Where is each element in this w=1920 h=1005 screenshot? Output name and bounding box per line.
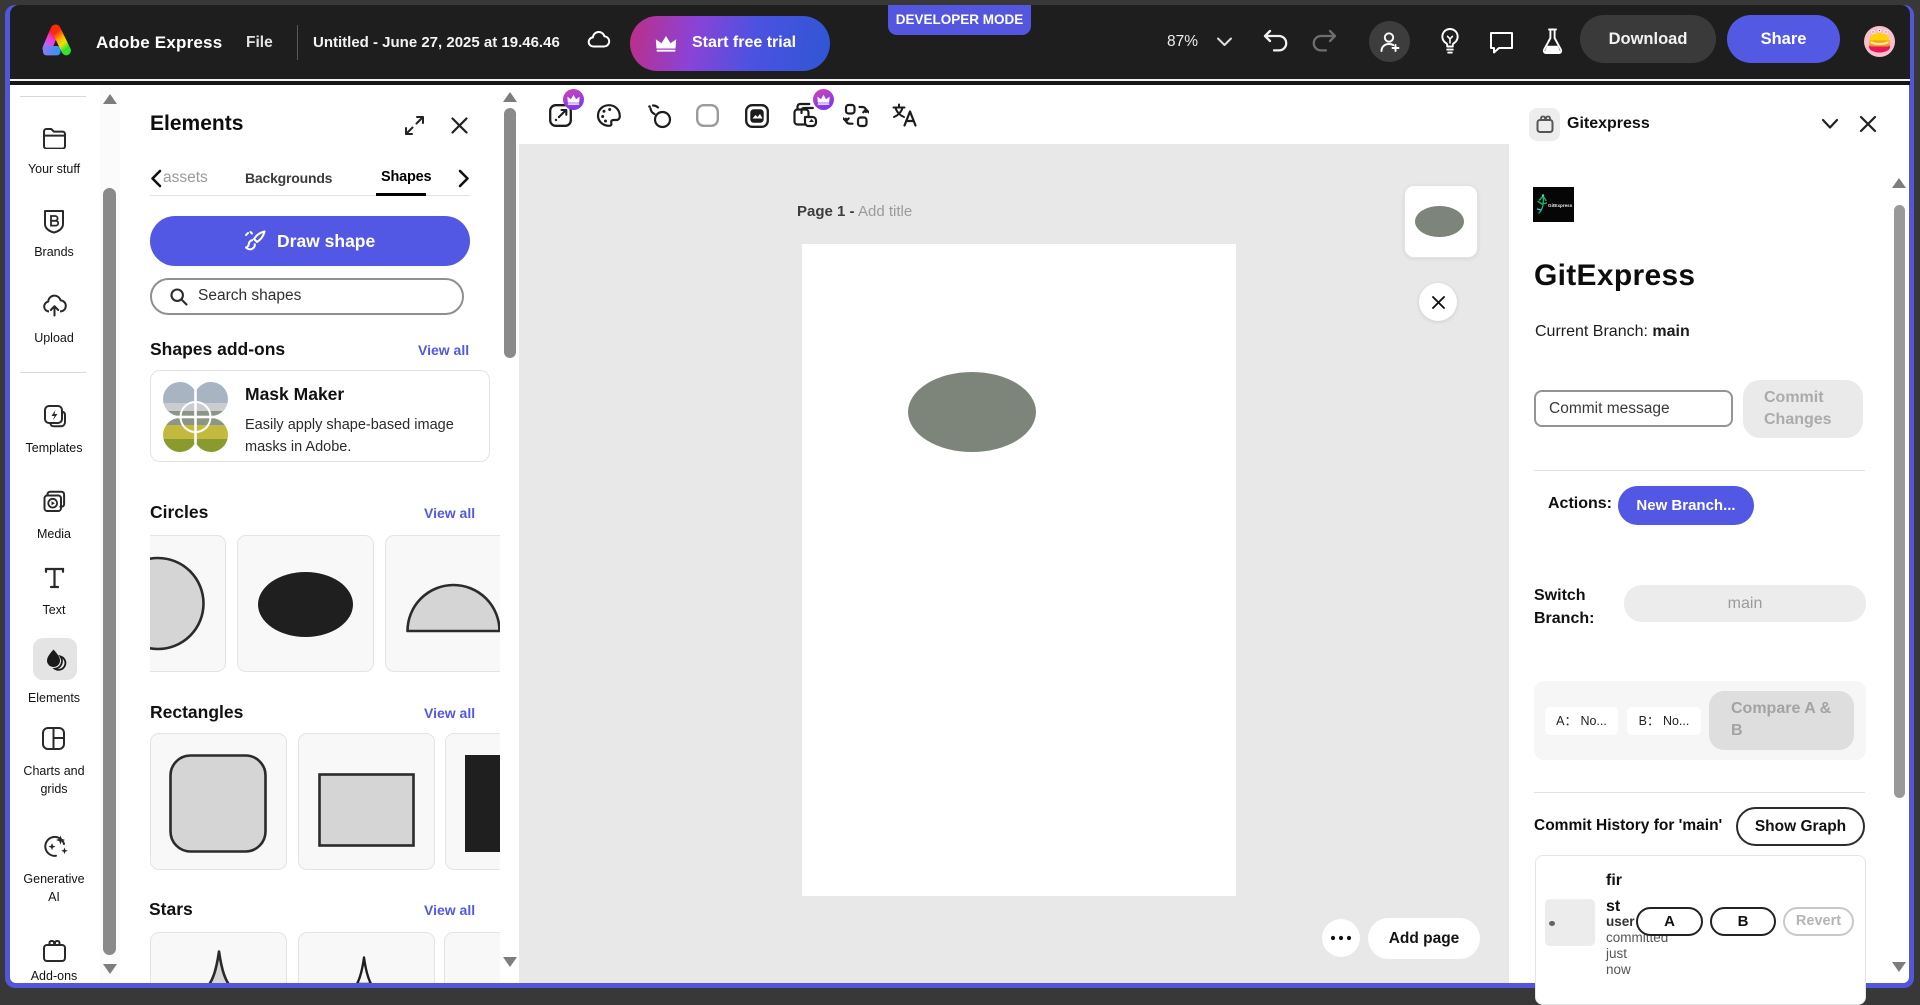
svg-text:GitExpress: GitExpress — [1548, 203, 1573, 208]
